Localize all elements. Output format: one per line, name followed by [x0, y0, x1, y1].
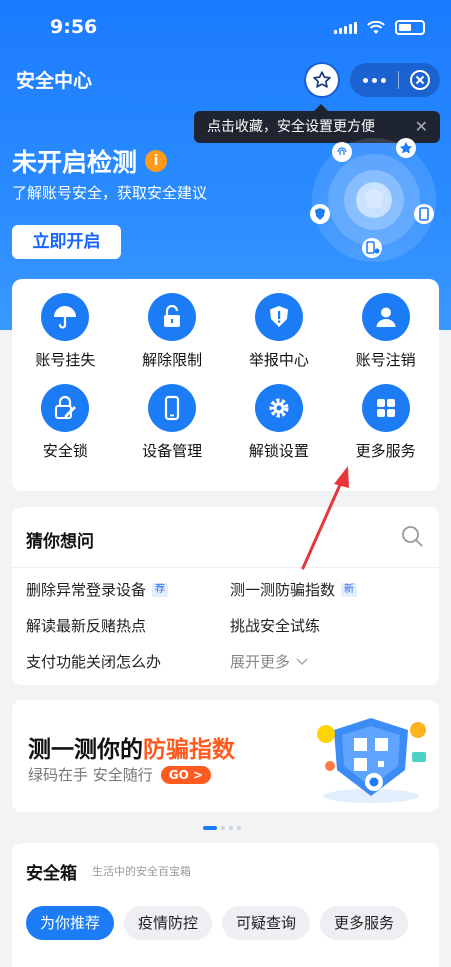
nav-title: 安全中心 — [16, 70, 93, 92]
search-icon[interactable] — [401, 525, 423, 547]
service-device-management[interactable]: 设备管理 — [119, 384, 226, 461]
safety-box-card: 安全箱 生活中的安全百宝箱 为你推荐 疫情防控 可疑查询 更多服务 — [12, 843, 439, 967]
question-text: 删除异常登录设备 — [26, 581, 147, 599]
report-shield-icon — [269, 306, 288, 327]
wifi-icon — [367, 20, 385, 34]
banner-pager — [203, 826, 241, 830]
service-account-cancel[interactable]: 账号注销 — [332, 293, 439, 370]
safety-box-title: 安全箱 — [26, 864, 77, 884]
info-icon[interactable]: i — [145, 150, 168, 172]
qr-shield-illustration — [317, 718, 426, 803]
phone-badge-icon — [414, 204, 434, 224]
more-options-button[interactable] — [350, 77, 398, 83]
safety-box-subtitle: 生活中的安全百宝箱 — [92, 865, 191, 878]
expand-more-label: 展开更多 — [230, 653, 291, 671]
favorite-button[interactable] — [304, 62, 340, 98]
device-badge-icon — [362, 238, 382, 258]
close-circle-icon — [409, 70, 430, 90]
safety-box-chips: 为你推荐 疫情防控 可疑查询 更多服务 — [26, 906, 409, 940]
umbrella-icon — [54, 306, 77, 329]
status-icons — [334, 20, 425, 35]
security-shield-graphic — [310, 138, 436, 262]
nav-bar: 安全中心 — [0, 62, 451, 98]
question-item[interactable]: 测一测防骗指数 新 — [230, 579, 358, 600]
banner-subtitle: 绿码在手 安全随行 GO > — [28, 764, 212, 785]
service-remove-restriction[interactable]: 解除限制 — [119, 293, 226, 370]
service-more-services[interactable]: 更多服务 — [332, 384, 439, 461]
question-text: 挑战安全试练 — [230, 617, 321, 635]
service-security-lock[interactable]: 安全锁 — [12, 384, 119, 461]
service-label: 安全锁 — [42, 442, 88, 460]
expand-more-button[interactable]: 展开更多 — [230, 651, 308, 672]
services-grid: 账号挂失 解除限制 举报中心 账号注销 安全锁 设备管理 解锁设置 更多服务 — [12, 293, 439, 461]
close-app-button[interactable] — [399, 69, 440, 91]
status-time: 9:56 — [50, 16, 98, 38]
banner-title-prefix: 测一测你的 — [28, 737, 143, 763]
services-card: 账号挂失 解除限制 举报中心 账号注销 安全锁 设备管理 解锁设置 更多服务 — [12, 279, 439, 491]
status-bar: 9:56 — [0, 14, 451, 44]
service-label: 解锁设置 — [248, 442, 309, 460]
banner-title: 测一测你的防骗指数 — [28, 730, 235, 764]
question-item[interactable]: 删除异常登录设备 荐 — [26, 579, 169, 600]
banner-title-highlight: 防骗指数 — [143, 737, 235, 763]
lock-pen-icon — [55, 395, 77, 419]
star-icon — [313, 71, 331, 88]
new-tag: 新 — [341, 582, 358, 597]
service-account-loss[interactable]: 账号挂失 — [12, 293, 119, 370]
small-shield-icon — [310, 204, 330, 224]
question-text: 支付功能关闭怎么办 — [26, 653, 162, 671]
service-unlock-settings[interactable]: 解锁设置 — [226, 384, 333, 461]
service-label: 更多服务 — [355, 442, 416, 460]
mini-program-capsule — [350, 63, 440, 97]
service-label: 解除限制 — [142, 351, 203, 369]
question-item[interactable]: 解读最新反赌热点 — [26, 615, 146, 636]
question-item[interactable]: 支付功能关闭怎么办 — [26, 651, 161, 672]
fingerprint-icon — [332, 142, 352, 162]
start-detection-button[interactable]: 立即开启 — [12, 225, 121, 259]
phone-icon — [165, 395, 180, 421]
question-text: 解读最新反赌热点 — [26, 617, 147, 635]
detection-subtitle: 了解账号安全，获取安全建议 — [12, 184, 208, 202]
star-badge-icon — [396, 138, 416, 158]
banner-subtitle-text: 绿码在手 安全随行 — [28, 766, 153, 784]
detection-status: 未开启检测 i — [12, 143, 168, 179]
guess-card: 猜你想问 删除异常登录设备 荐 测一测防骗指数 新 解读最新反赌热点 挑战安全试… — [12, 507, 439, 685]
guess-title: 猜你想问 — [26, 532, 94, 552]
service-label: 举报中心 — [248, 351, 309, 369]
chip-recommended[interactable]: 为你推荐 — [26, 906, 115, 940]
chip-epidemic[interactable]: 疫情防控 — [124, 906, 213, 940]
unlock-icon — [164, 304, 181, 327]
service-label: 设备管理 — [142, 442, 203, 460]
gear-icon — [269, 398, 289, 418]
go-button[interactable]: GO > — [160, 765, 212, 784]
question-item[interactable]: 挑战安全试练 — [230, 615, 320, 636]
chip-suspicious-query[interactable]: 可疑查询 — [222, 906, 311, 940]
chevron-down-icon — [296, 657, 308, 665]
detection-status-title: 未开启检测 — [12, 148, 138, 177]
chip-more-services[interactable]: 更多服务 — [320, 906, 409, 940]
grid-icon — [376, 399, 395, 417]
anti-fraud-banner[interactable]: 测一测你的防骗指数 绿码在手 安全随行 GO > — [12, 700, 439, 812]
question-text: 测一测防骗指数 — [230, 581, 336, 599]
signal-icon — [334, 21, 357, 34]
recommend-tag: 荐 — [152, 582, 169, 597]
divider — [12, 567, 439, 568]
user-icon — [376, 307, 396, 327]
service-report-center[interactable]: 举报中心 — [226, 293, 333, 370]
service-label: 账号注销 — [355, 351, 416, 369]
service-label: 账号挂失 — [35, 351, 96, 369]
battery-icon — [395, 20, 425, 35]
